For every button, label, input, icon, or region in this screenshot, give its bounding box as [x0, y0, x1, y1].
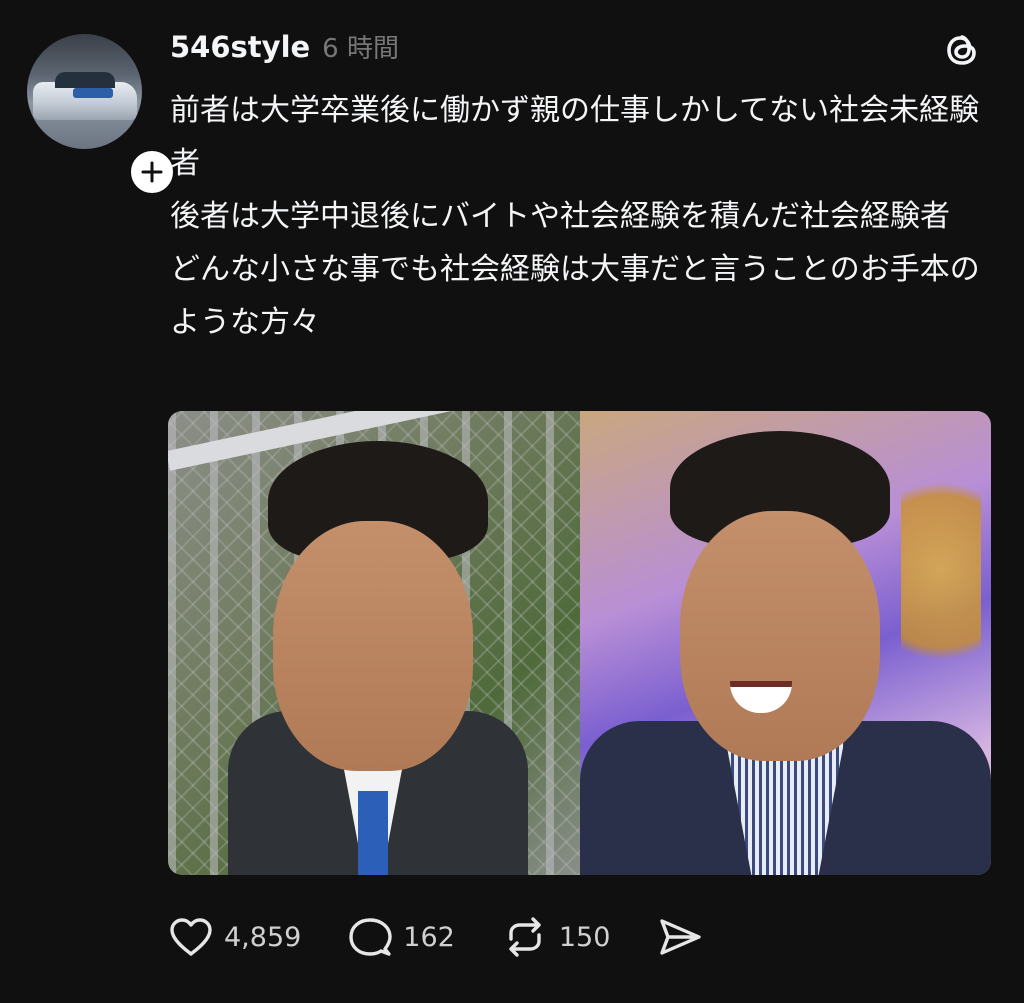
avatar[interactable]	[27, 34, 142, 149]
speech-bubble-icon	[349, 918, 392, 956]
post-timestamp: 6 時間	[322, 34, 399, 64]
post-image-left[interactable]	[168, 411, 580, 875]
repost-count: 150	[558, 921, 611, 953]
action-bar: 4,859 162 150	[168, 912, 750, 962]
post-header: 546style 6 時間	[170, 28, 399, 68]
plus-icon	[141, 161, 163, 183]
gold-decoration	[901, 451, 981, 691]
post-paragraph-3: どんな小さな事でも社会経験は大事だと言うことのお手本のような方々	[170, 252, 980, 340]
like-button[interactable]: 4,859	[168, 916, 301, 958]
avatar-car-image	[33, 72, 137, 120]
post-paragraph-2: 後者は大学中退後にバイトや社会経験を積んだ社会経験者	[170, 199, 950, 234]
reply-button[interactable]: 162	[347, 916, 455, 958]
heart-icon	[170, 918, 212, 956]
threads-logo-icon[interactable]	[940, 28, 984, 72]
reply-count: 162	[403, 921, 455, 953]
repost-button[interactable]: 150	[501, 915, 611, 959]
repost-arrows-icon	[509, 917, 541, 957]
like-count: 4,859	[224, 921, 302, 953]
send-arrow-icon	[660, 919, 702, 955]
post-paragraph-1: 前者は大学卒業後に働かず親の仕事しかしてない社会未経験者	[170, 93, 980, 181]
share-button[interactable]	[656, 915, 704, 959]
post-body: 前者は大学卒業後に働かず親の仕事しかしてない社会未経験者 後者は大学中退後にバイ…	[170, 84, 990, 349]
post-media[interactable]	[168, 411, 991, 875]
avatar-container[interactable]	[27, 34, 177, 197]
author-username[interactable]: 546style	[170, 30, 310, 64]
post-image-right[interactable]	[580, 411, 991, 875]
